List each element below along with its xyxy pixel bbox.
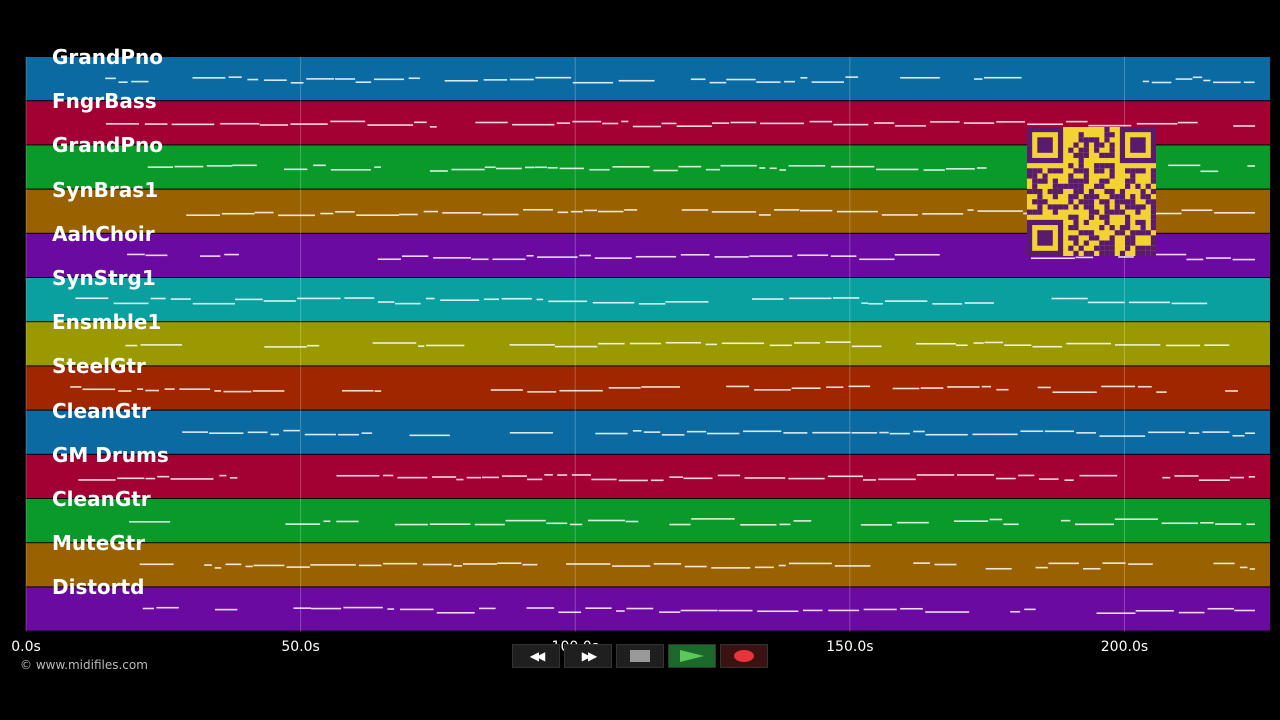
play-icon <box>680 650 704 662</box>
track-lane <box>26 278 1270 322</box>
qr-code-icon <box>1027 127 1156 256</box>
stop-button[interactable] <box>616 644 664 668</box>
track-label: MuteGtr <box>52 531 146 556</box>
tick-label: 200.0s <box>1100 639 1149 655</box>
tick-label: 150.0s <box>826 639 874 655</box>
track-label: SynBras1 <box>52 177 159 202</box>
rewind-button[interactable]: ◀◀ <box>512 644 560 668</box>
tick-label: 0.0s <box>11 639 41 655</box>
track-label: CleanGtr <box>52 487 151 511</box>
track-label: SynStrg1 <box>52 266 156 290</box>
record-button[interactable] <box>720 644 768 668</box>
stop-icon <box>630 650 650 662</box>
track-label: Ensmble1 <box>52 310 162 335</box>
track-lane <box>26 543 1270 587</box>
qr-code[interactable] <box>1027 127 1156 256</box>
copyright-text: © www.midifiles.com <box>20 658 148 672</box>
track-label: Distortd <box>52 575 145 600</box>
fast-forward-icon: ▶▶ <box>581 649 598 663</box>
rewind-icon: ◀◀ <box>529 649 546 663</box>
track-label: GrandPno <box>52 45 163 69</box>
track-lane <box>26 499 1270 543</box>
track-label: FngrBass <box>52 89 157 114</box>
piano-roll-canvas <box>25 57 1270 632</box>
track-label: CleanGtr <box>52 398 151 423</box>
tick-label: 50.0s <box>281 639 320 655</box>
track-label: GM Drums <box>52 442 169 467</box>
record-icon <box>734 650 754 662</box>
track-label: GrandPno <box>52 133 163 158</box>
play-button[interactable] <box>668 644 716 668</box>
track-label: SteelGtr <box>52 354 146 379</box>
fast-forward-button[interactable]: ▶▶ <box>564 644 612 668</box>
track-lane <box>26 366 1270 410</box>
track-label: AahChoir <box>52 221 155 246</box>
transport-controls: ◀◀ ▶▶ <box>512 644 768 670</box>
